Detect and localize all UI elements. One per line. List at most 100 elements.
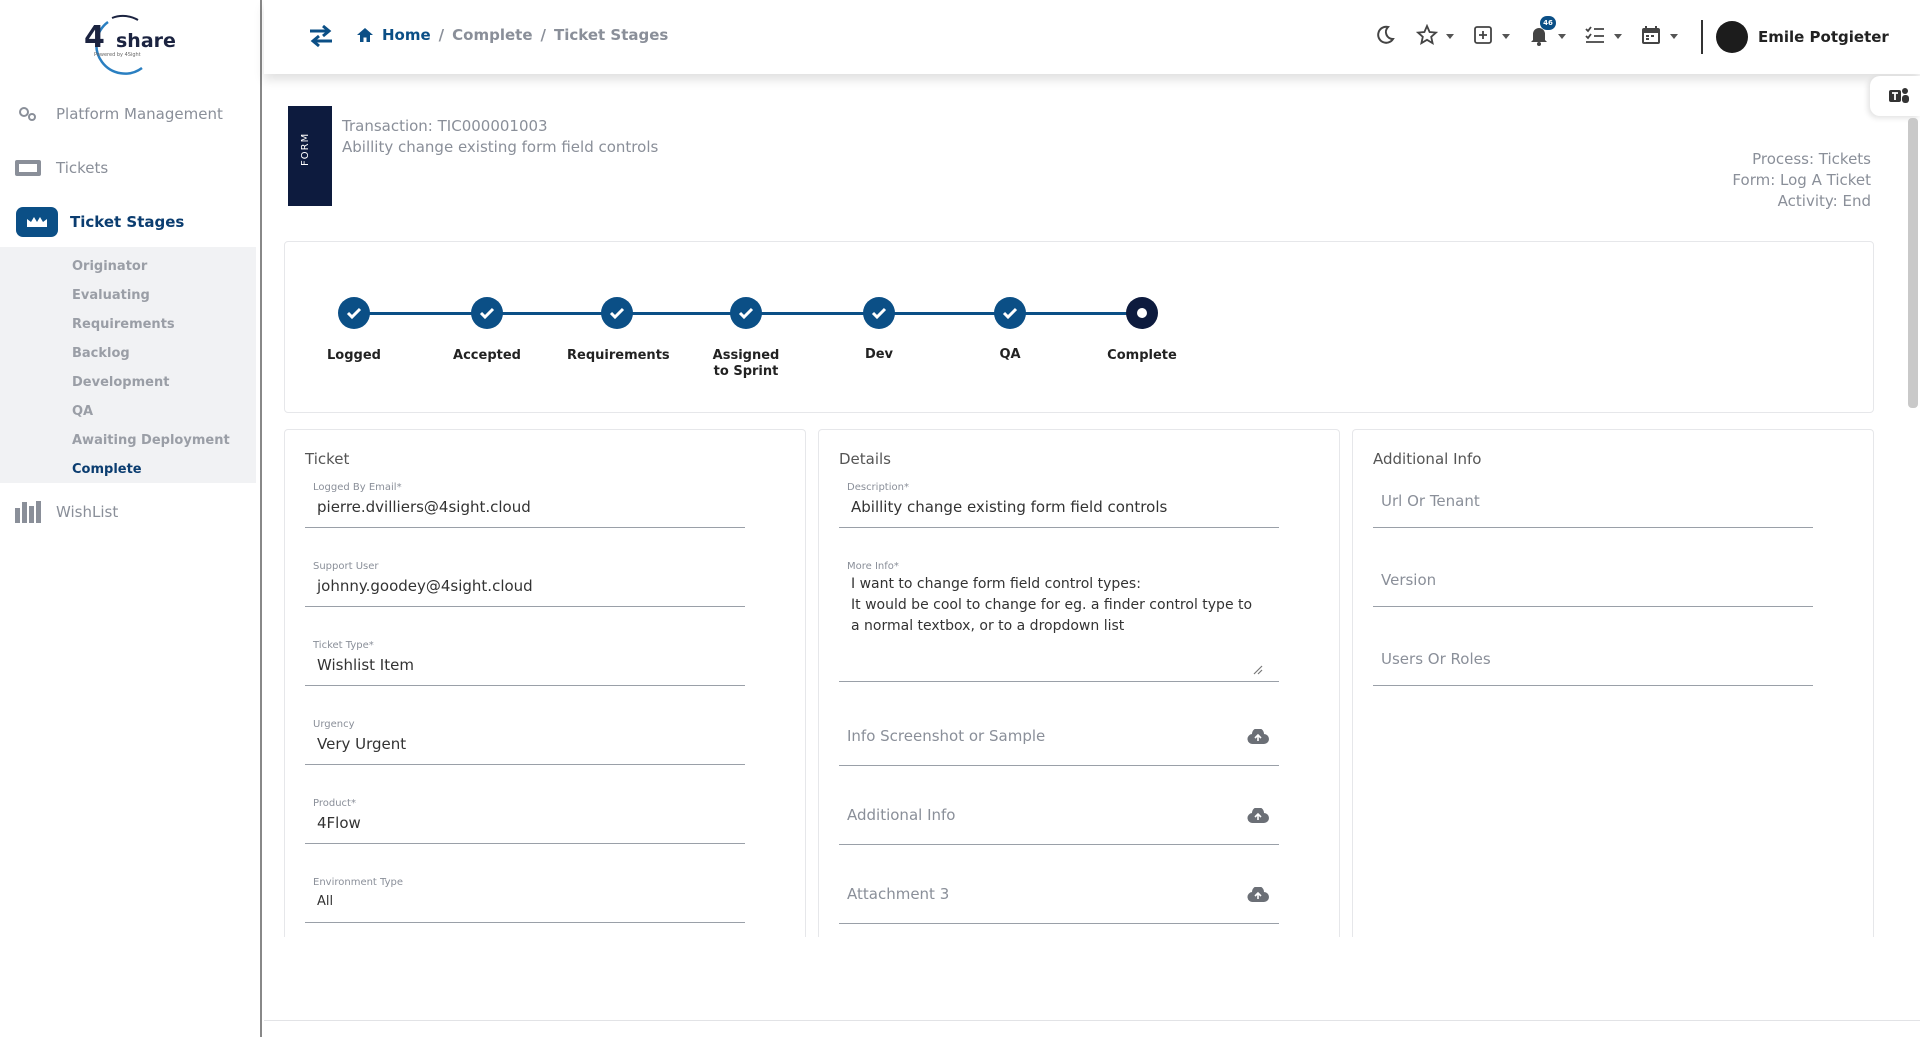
field-label: Logged By Email* bbox=[313, 482, 402, 493]
form-tag-label: FORM bbox=[300, 132, 311, 166]
version-field[interactable]: Version bbox=[1373, 561, 1813, 607]
check-icon bbox=[346, 307, 362, 320]
subnav-item-evaluating[interactable]: Evaluating bbox=[72, 288, 150, 303]
support-user-field[interactable]: Support User johnny.goodey@4sight.cloud bbox=[305, 561, 745, 607]
check-icon bbox=[871, 307, 887, 320]
chevron-down-icon[interactable] bbox=[1558, 33, 1566, 39]
panel-title: Details bbox=[839, 450, 892, 468]
users-or-roles-field[interactable]: Users Or Roles bbox=[1373, 640, 1813, 686]
subnav-item-requirements[interactable]: Requirements bbox=[72, 317, 175, 332]
chevron-down-icon[interactable] bbox=[1446, 33, 1454, 39]
star-icon[interactable] bbox=[1415, 23, 1440, 48]
transaction-number: Transaction: TIC000001003 bbox=[342, 117, 548, 135]
field-label: Urgency bbox=[313, 719, 355, 730]
bell-icon[interactable]: 46 bbox=[1528, 16, 1556, 48]
avatar[interactable] bbox=[1716, 21, 1748, 53]
sidebar-item-platform-management[interactable]: Platform Management bbox=[0, 97, 262, 131]
subnav-item-complete[interactable]: Complete bbox=[72, 462, 142, 477]
field-value: Wishlist Item bbox=[317, 656, 414, 674]
page-scrollbar[interactable] bbox=[1908, 118, 1918, 408]
more-info-textarea[interactable]: More Info* I want to change form field c… bbox=[839, 561, 1279, 682]
moon-icon[interactable] bbox=[1374, 24, 1398, 48]
sidebar-item-wishlist[interactable]: WishList bbox=[0, 495, 262, 529]
upload-label: Additional Info bbox=[847, 806, 956, 824]
step-accepted-check bbox=[471, 297, 503, 329]
sidebar-item-tickets[interactable]: Tickets bbox=[0, 151, 262, 185]
app-logo[interactable]: 4 share Powered by 4Sight bbox=[80, 10, 176, 76]
resize-handle-icon[interactable] bbox=[1253, 665, 1263, 675]
subnav-item-originator[interactable]: Originator bbox=[72, 259, 147, 274]
breadcrumb-separator: / bbox=[438, 26, 445, 44]
step-dev-check bbox=[863, 297, 895, 329]
breadcrumb-complete[interactable]: Complete bbox=[452, 26, 532, 44]
field-value: pierre.dvilliers@4sight.cloud bbox=[317, 498, 531, 516]
additional-info-panel: Additional Info Url Or Tenant Version Us… bbox=[1352, 429, 1874, 937]
sidebar-item-label: WishList bbox=[56, 503, 119, 521]
cloud-upload-icon[interactable] bbox=[1247, 887, 1269, 903]
add-box-icon[interactable] bbox=[1472, 24, 1496, 48]
header-toolbar: 46 bbox=[1374, 16, 1696, 48]
teams-icon bbox=[1889, 88, 1909, 103]
step-assigned-check bbox=[730, 297, 762, 329]
step-label: Requirements bbox=[567, 348, 670, 363]
chevron-down-icon[interactable] bbox=[1670, 33, 1678, 39]
current-step-dot bbox=[1137, 308, 1147, 318]
breadcrumb: Home / Complete / Ticket Stages bbox=[356, 26, 668, 44]
logo-text: share bbox=[116, 30, 176, 52]
upload-label: Attachment 3 bbox=[847, 885, 950, 903]
notification-badge: 46 bbox=[1540, 16, 1556, 30]
cloud-upload-icon[interactable] bbox=[1247, 729, 1269, 745]
chevron-down-icon[interactable] bbox=[1614, 33, 1622, 39]
wishlist-icon bbox=[14, 501, 42, 523]
field-value: 4Flow bbox=[317, 814, 361, 832]
sidebar-item-ticket-stages[interactable]: Ticket Stages bbox=[0, 205, 262, 239]
check-icon bbox=[609, 307, 625, 320]
step-label: Assigned to Sprint bbox=[712, 348, 780, 379]
logo-digit: 4 bbox=[84, 20, 105, 55]
ticket-type-field[interactable]: Ticket Type* Wishlist Item bbox=[305, 640, 745, 686]
product-field[interactable]: Product* 4Flow bbox=[305, 798, 745, 844]
stepper-card bbox=[284, 241, 1874, 413]
field-label: More Info* bbox=[847, 561, 899, 572]
checklist-icon[interactable] bbox=[1584, 24, 1608, 48]
subnav-item-awaiting-deployment[interactable]: Awaiting Deployment bbox=[72, 433, 230, 448]
field-placeholder: Url Or Tenant bbox=[1381, 492, 1480, 510]
teams-tab[interactable] bbox=[1870, 76, 1920, 116]
url-or-tenant-field[interactable]: Url Or Tenant bbox=[1373, 482, 1813, 528]
description-field[interactable]: Description* Abillity change existing fo… bbox=[839, 482, 1279, 528]
cloud-upload-icon[interactable] bbox=[1247, 808, 1269, 824]
step-complete-current bbox=[1126, 297, 1158, 329]
urgency-field[interactable]: Urgency Very Urgent bbox=[305, 719, 745, 765]
logged-by-email-field[interactable]: Logged By Email* pierre.dvilliers@4sight… bbox=[305, 482, 745, 528]
ticket-panel: Ticket Logged By Email* pierre.dvilliers… bbox=[284, 429, 806, 937]
check-icon bbox=[738, 307, 754, 320]
subnav-item-backlog[interactable]: Backlog bbox=[72, 346, 130, 361]
field-label: Description* bbox=[847, 482, 909, 493]
chevron-down-icon[interactable] bbox=[1502, 33, 1510, 39]
step-label: Accepted bbox=[453, 348, 521, 363]
swap-arrows-icon[interactable] bbox=[308, 24, 334, 48]
subnav-item-qa[interactable]: QA bbox=[72, 404, 93, 419]
info-screenshot-upload[interactable]: Info Screenshot or Sample bbox=[839, 720, 1279, 766]
gears-icon bbox=[14, 103, 42, 125]
textarea-value: I want to change form field control type… bbox=[851, 576, 1253, 634]
field-value: Abillity change existing form field cont… bbox=[851, 498, 1168, 516]
breadcrumb-home-label: Home bbox=[382, 26, 431, 44]
activity-label: Activity: End bbox=[1777, 192, 1871, 210]
check-icon bbox=[479, 307, 495, 320]
user-name[interactable]: Emile Potgieter bbox=[1758, 28, 1889, 46]
logo-tagline: Powered by 4Sight bbox=[94, 52, 141, 58]
sidebar: 4 share Powered by 4Sight Platform Manag… bbox=[0, 0, 262, 1037]
subnav-item-development[interactable]: Development bbox=[72, 375, 169, 390]
field-value: johnny.goodey@4sight.cloud bbox=[317, 577, 533, 595]
stages-icon bbox=[16, 207, 58, 237]
step-label: Logged bbox=[327, 348, 381, 363]
calendar-icon[interactable] bbox=[1640, 24, 1664, 48]
step-qa-check bbox=[994, 297, 1026, 329]
environment-type-field[interactable]: Environment Type All bbox=[305, 877, 745, 923]
details-panel: Details Description* Abillity change exi… bbox=[818, 429, 1340, 937]
attachment-3-upload[interactable]: Attachment 3 bbox=[839, 878, 1279, 924]
breadcrumb-home[interactable]: Home bbox=[356, 26, 431, 44]
ticket-icon bbox=[14, 157, 42, 179]
additional-info-upload[interactable]: Additional Info bbox=[839, 799, 1279, 845]
